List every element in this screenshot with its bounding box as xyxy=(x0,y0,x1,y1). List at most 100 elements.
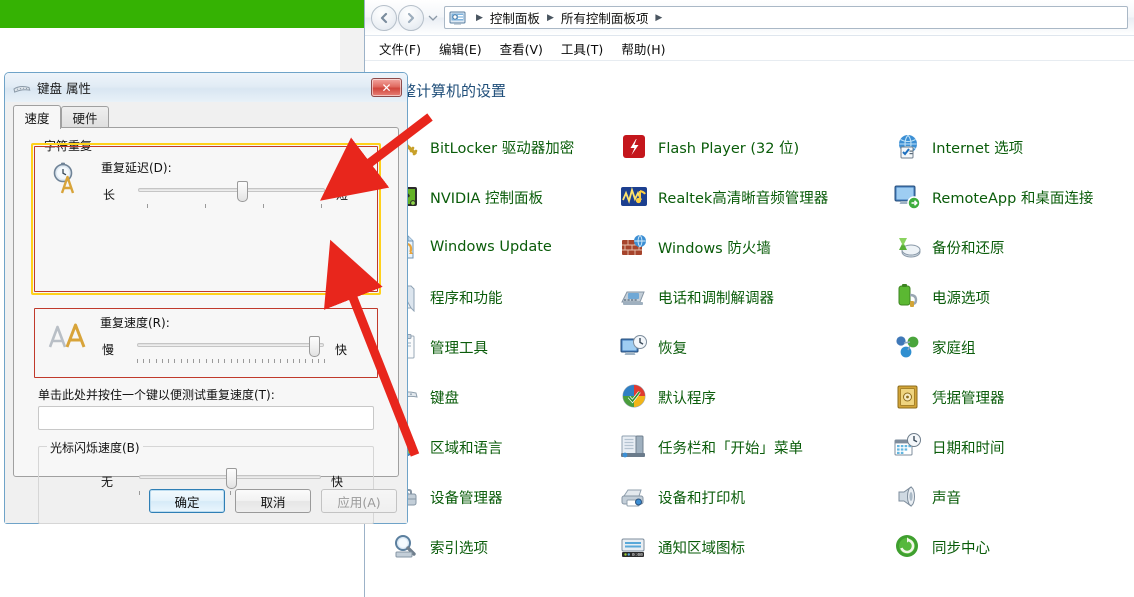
cp-item-flash-player[interactable]: Flash Player (32 位) xyxy=(613,122,887,172)
sync-center-icon xyxy=(893,532,923,562)
cp-item-label: 任务栏和「开始」菜单 xyxy=(658,440,803,457)
cp-item-phone-modem[interactable]: 电话和调制解调器 xyxy=(613,272,887,322)
backup-restore-icon xyxy=(893,232,923,262)
homegroup-icon xyxy=(893,332,923,362)
breadcrumb-control-panel[interactable]: 控制面板 xyxy=(489,8,541,27)
screen: ▶ 控制面板 ▶ 所有控制面板项 ▶ 文件(F) 编辑(E) 查看(V) 工具(… xyxy=(0,0,1134,597)
slider-track xyxy=(137,343,324,347)
cp-item-taskbar-startmenu[interactable]: 任务栏和「开始」菜单 xyxy=(613,422,887,472)
internet-options-icon xyxy=(893,132,923,162)
firewall-icon xyxy=(619,232,649,262)
cp-item-label: RemoteApp 和桌面连接 xyxy=(932,190,1094,207)
cp-item-default-programs[interactable]: 默认程序 xyxy=(613,372,887,422)
background-shade xyxy=(340,28,364,72)
cp-item-date-time[interactable]: 日期和时间 xyxy=(887,422,1134,472)
repeat-rate-section: 重复速度(R): 慢 快 xyxy=(32,308,380,378)
recovery-icon xyxy=(619,332,649,362)
menu-view[interactable]: 查看(V) xyxy=(492,36,551,61)
cp-item-windows-update[interactable]: Windows Update xyxy=(385,222,613,272)
breadcrumb-separator: ▶ xyxy=(546,12,554,23)
cp-item-internet-options[interactable]: Internet 选项 xyxy=(887,122,1134,172)
tab-speed[interactable]: 速度 xyxy=(13,105,61,129)
cp-item-label: 索引选项 xyxy=(430,540,488,557)
phone-modem-icon xyxy=(619,282,649,312)
double-a-icon xyxy=(48,321,86,351)
cp-item-remoteapp[interactable]: RemoteApp 和桌面连接 xyxy=(887,172,1134,222)
menu-tools[interactable]: 工具(T) xyxy=(553,36,611,61)
control-panel-items-grid: BitLocker 驱动器加密 Flash Player (32 位) Inte… xyxy=(385,122,1134,572)
repeat-delay-max-label: 短 xyxy=(336,188,349,202)
group-character-repeat: 字符重复 重复延迟(D): 长 短 xyxy=(32,137,380,294)
default-programs-icon xyxy=(619,382,649,412)
dialog-title-bar[interactable]: 键盘 属性 ✕ xyxy=(5,73,407,102)
cp-item-region-language[interactable]: 区域和语言 xyxy=(385,422,613,472)
cp-item-nvidia[interactable]: NVIDIA 控制面板 xyxy=(385,172,613,222)
cp-item-label: 键盘 xyxy=(430,390,459,407)
cp-item-keyboard[interactable]: 键盘 xyxy=(385,372,613,422)
taskbar-startmenu-icon xyxy=(619,432,649,462)
cp-item-label: Realtek高清晰音频管理器 xyxy=(658,190,829,207)
slider-ticks xyxy=(137,359,325,364)
cp-item-sync-center[interactable]: 同步中心 xyxy=(887,522,1134,572)
cp-item-firewall[interactable]: Windows 防火墙 xyxy=(613,222,887,272)
group-cursor-blink-title: 光标闪烁速度(B) xyxy=(47,439,143,456)
cursor-blink-min-label: 无 xyxy=(101,475,114,489)
cp-item-label: BitLocker 驱动器加密 xyxy=(430,140,575,157)
test-field-label: 单击此处并按住一个键以便测试重复速度(T): xyxy=(38,388,275,402)
back-arrow-icon[interactable] xyxy=(371,4,397,31)
cp-item-admin-tools[interactable]: 管理工具 xyxy=(385,322,613,372)
menu-file[interactable]: 文件(F) xyxy=(371,36,429,61)
keyboard-properties-dialog: 键盘 属性 ✕ 速度 硬件 字符重复 重复延迟(D): 长 短 重复速度(R):… xyxy=(4,72,408,524)
cancel-button[interactable]: 取消 xyxy=(235,489,311,513)
cp-item-power-options[interactable]: 电源选项 xyxy=(887,272,1134,322)
cp-item-device-manager[interactable]: 设备管理器 xyxy=(385,472,613,522)
tab-hardware[interactable]: 硬件 xyxy=(61,106,109,128)
cp-item-label: Internet 选项 xyxy=(932,140,1024,157)
page-title: 整计算机的设置 xyxy=(401,82,507,100)
cp-item-label: Flash Player (32 位) xyxy=(658,140,800,157)
cp-item-devices-printers[interactable]: 设备和打印机 xyxy=(613,472,887,522)
slider-thumb[interactable] xyxy=(309,336,321,357)
close-icon[interactable]: ✕ xyxy=(371,78,402,97)
repeat-delay-slider[interactable] xyxy=(138,181,325,211)
realtek-audio-icon xyxy=(619,182,649,212)
slider-thumb[interactable] xyxy=(237,181,249,202)
forward-arrow-icon[interactable] xyxy=(398,4,424,31)
slider-thumb[interactable] xyxy=(226,468,238,489)
cp-item-recovery[interactable]: 恢复 xyxy=(613,322,887,372)
cp-item-backup-restore[interactable]: 备份和还原 xyxy=(887,222,1134,272)
stopwatch-letter-icon xyxy=(49,161,83,195)
repeat-rate-label: 重复速度(R): xyxy=(100,316,170,330)
cp-item-label: Windows 防火墙 xyxy=(658,240,771,257)
cp-item-notification-icons[interactable]: 0:00 通知区域图标 xyxy=(613,522,887,572)
explorer-menu-bar: 文件(F) 编辑(E) 查看(V) 工具(T) 帮助(H) xyxy=(365,36,1134,61)
cp-item-label: 电源选项 xyxy=(932,290,990,307)
repeat-test-input[interactable] xyxy=(38,406,374,430)
cp-item-label: 家庭组 xyxy=(932,340,976,357)
cp-item-sound[interactable]: 声音 xyxy=(887,472,1134,522)
menu-help[interactable]: 帮助(H) xyxy=(613,36,673,61)
cp-item-label: 电话和调制解调器 xyxy=(658,290,774,307)
chevron-down-icon[interactable] xyxy=(426,5,440,31)
cp-item-label: 程序和功能 xyxy=(430,290,503,307)
sound-icon xyxy=(893,482,923,512)
cp-item-indexing-options[interactable]: 索引选项 xyxy=(385,522,613,572)
devices-printers-icon xyxy=(619,482,649,512)
cp-item-realtek-audio[interactable]: Realtek高清晰音频管理器 xyxy=(613,172,887,222)
date-time-icon xyxy=(893,432,923,462)
cp-item-credential-manager[interactable]: 凭据管理器 xyxy=(887,372,1134,422)
flash-player-icon xyxy=(619,132,649,162)
cp-item-label: 默认程序 xyxy=(658,390,716,407)
menu-edit[interactable]: 编辑(E) xyxy=(431,36,490,61)
breadcrumb-all-items[interactable]: 所有控制面板项 xyxy=(560,8,650,27)
apply-button[interactable]: 应用(A) xyxy=(321,489,397,513)
address-bar[interactable]: ▶ 控制面板 ▶ 所有控制面板项 ▶ xyxy=(444,6,1128,29)
cp-item-bitlocker[interactable]: BitLocker 驱动器加密 xyxy=(385,122,613,172)
cp-item-label: 区域和语言 xyxy=(430,440,503,457)
cp-item-homegroup[interactable]: 家庭组 xyxy=(887,322,1134,372)
ok-button[interactable]: 确定 xyxy=(149,489,225,513)
cp-item-label: 通知区域图标 xyxy=(658,540,745,557)
indexing-options-icon xyxy=(391,532,421,562)
cp-item-programs-features[interactable]: 程序和功能 xyxy=(385,272,613,322)
repeat-rate-slider[interactable] xyxy=(137,336,325,366)
